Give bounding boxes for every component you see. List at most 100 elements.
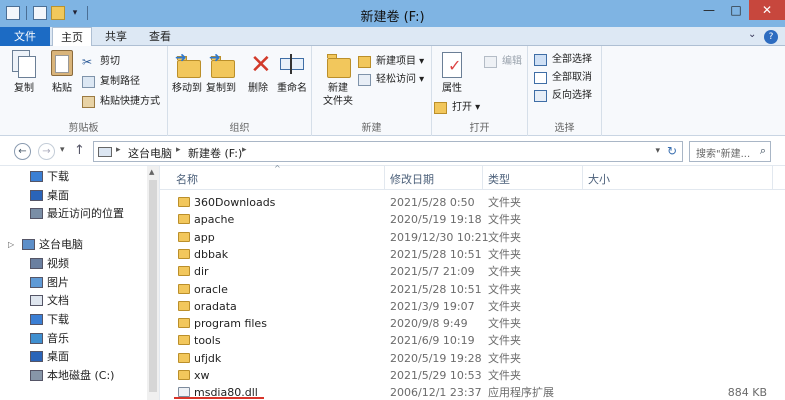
nav-item-label: 最近访问的位置 [47, 207, 124, 221]
breadcrumb-drive[interactable]: 新建卷 (F:) [188, 145, 242, 161]
tab-file[interactable]: 文件 [0, 27, 50, 46]
column-divider[interactable] [482, 166, 483, 190]
scrollbar-thumb[interactable] [149, 180, 157, 392]
file-name: tools [194, 334, 221, 348]
edit-button[interactable]: 编辑 [484, 54, 522, 70]
rename-button[interactable]: 重命名 [274, 50, 310, 95]
tab-share[interactable]: 共享 [96, 27, 136, 46]
properties-label: 属性 [442, 83, 462, 94]
expand-ribbon-icon[interactable]: ⌄ [748, 29, 756, 40]
new-folder-icon [324, 50, 352, 80]
folder-icon [178, 335, 190, 346]
table-row[interactable]: apache 2020/5/19 19:18 文件夹 [160, 211, 785, 228]
group-label-organize: 组织 [229, 123, 250, 134]
breadcrumb-this-pc[interactable]: 这台电脑 [128, 145, 172, 161]
navigation-pane: 下载 桌面 最近访问的位置 ▷ 这台电脑 视频 图片 文档 下载 音乐 桌面 本地磁盘 (C:) ▲ [0, 166, 160, 400]
nav-item-label: 文档 [47, 294, 69, 308]
properties-button[interactable]: ✓ 属性 [434, 50, 470, 95]
table-row[interactable]: app 2019/12/30 10:21 文件夹 [160, 229, 785, 246]
address-history-dropdown[interactable]: ▾ [655, 146, 660, 156]
new-folder-button[interactable]: 新建 文件夹 [318, 50, 358, 108]
delete-button[interactable]: ✕ 删除 [242, 50, 274, 95]
file-modified: 2020/5/19 19:28 [390, 351, 482, 365]
chevron-right-icon[interactable]: ▸ [116, 145, 121, 155]
invert-selection-button[interactable]: 反向选择 [534, 88, 592, 104]
cut-button[interactable]: ✂ 剪切 [82, 54, 120, 70]
help-icon[interactable]: ? [764, 30, 778, 44]
nav-pane-scrollbar[interactable]: ▲ [147, 166, 159, 400]
copy-path-button[interactable]: 复制路径 [82, 74, 140, 90]
address-bar[interactable]: ▸ 这台电脑 ▸ 新建卷 (F:) ▸ ▾ ↻ [93, 141, 683, 162]
close-button[interactable]: ✕ [749, 0, 785, 20]
minimize-button[interactable]: — [695, 0, 723, 20]
column-divider[interactable] [384, 166, 385, 190]
column-divider[interactable] [772, 166, 773, 190]
nav-item-label: 桌面 [47, 350, 69, 364]
table-row[interactable]: ufjdk 2020/5/19 19:28 文件夹 [160, 350, 785, 367]
table-row[interactable]: dir 2021/5/7 21:09 文件夹 [160, 263, 785, 280]
copy-to-button[interactable]: ➜ 复制到 [204, 50, 238, 95]
table-row[interactable]: oracle 2021/5/28 10:51 文件夹 [160, 281, 785, 298]
file-modified: 2021/3/9 19:07 [390, 299, 475, 313]
select-all-icon [534, 54, 547, 66]
table-row[interactable]: tools 2021/6/9 10:19 文件夹 [160, 332, 785, 349]
file-type: 文件夹 [488, 317, 521, 331]
file-type: 文件夹 [488, 247, 521, 261]
scroll-up-icon[interactable]: ▲ [149, 168, 154, 176]
file-type: 应用程序扩展 [488, 386, 554, 400]
file-name: program files [194, 317, 267, 331]
move-to-button[interactable]: ➜ 移动到 [170, 50, 204, 95]
title-bar: ▾ 新建卷 (F:) — □ ✕ [0, 0, 785, 27]
file-name: apache [194, 213, 235, 227]
expand-arrow-icon[interactable]: ▷ [8, 236, 14, 254]
file-list: ^ 名称 修改日期 类型 大小 360Downloads 2021/5/28 0:… [160, 164, 785, 400]
column-divider[interactable] [582, 166, 583, 190]
paste-shortcut-button[interactable]: 粘贴快捷方式 [82, 94, 160, 110]
ribbon: 复制 粘贴 ✂ 剪切 复制路径 粘贴快捷方式 剪贴板 ➜ 移动到 ➜ 复制到 ✕… [0, 46, 785, 136]
file-type: 文件夹 [488, 230, 521, 244]
open-label: 打开 [452, 102, 472, 113]
download-icon [30, 313, 43, 325]
table-row[interactable]: dbbak 2021/5/28 10:51 文件夹 [160, 246, 785, 263]
documents-icon [30, 295, 43, 307]
folder-icon [178, 266, 190, 277]
paste-shortcut-label: 粘贴快捷方式 [100, 96, 160, 107]
file-name: app [194, 230, 215, 244]
up-button[interactable]: ↑ [74, 143, 85, 158]
search-icon[interactable]: ⌕ [760, 144, 766, 158]
chevron-right-icon[interactable]: ▸ [176, 145, 181, 155]
column-modified[interactable]: 修改日期 [390, 171, 434, 187]
recent-locations-dropdown[interactable]: ▾ [60, 145, 65, 155]
open-icon [434, 102, 447, 114]
refresh-icon[interactable]: ↻ [667, 144, 677, 158]
easy-access-button[interactable]: 轻松访问 ▾ [358, 72, 424, 88]
select-none-button[interactable]: 全部取消 [534, 70, 592, 86]
copy-icon [10, 50, 38, 80]
folder-icon [178, 300, 190, 311]
table-row[interactable]: oradata 2021/3/9 19:07 文件夹 [160, 298, 785, 315]
video-icon [30, 257, 43, 269]
maximize-button[interactable]: □ [723, 0, 749, 20]
column-size[interactable]: 大小 [588, 171, 610, 187]
group-clipboard: 复制 粘贴 ✂ 剪切 复制路径 粘贴快捷方式 剪贴板 [0, 46, 168, 136]
tab-view[interactable]: 查看 [140, 27, 180, 46]
forward-button[interactable]: → [38, 143, 55, 160]
table-row[interactable]: 360Downloads 2021/5/28 0:50 文件夹 [160, 194, 785, 211]
new-item-button[interactable]: 新建项目 ▾ [358, 54, 424, 70]
table-row[interactable]: xw 2021/5/29 10:53 文件夹 [160, 367, 785, 384]
file-name: dbbak [194, 247, 229, 261]
search-box[interactable]: 搜索"新建... ⌕ [689, 141, 771, 162]
paste-button[interactable]: 粘贴 [44, 50, 80, 95]
file-modified: 2021/5/28 10:51 [390, 247, 482, 261]
copy-button[interactable]: 复制 [6, 50, 42, 95]
table-row[interactable]: program files 2020/9/8 9:49 文件夹 [160, 315, 785, 332]
column-name[interactable]: 名称 [176, 171, 198, 187]
column-type[interactable]: 类型 [488, 171, 510, 187]
open-button[interactable]: 打开 ▾ [434, 100, 480, 116]
back-button[interactable]: ← [14, 143, 31, 160]
nav-item-label: 桌面 [47, 188, 69, 202]
tab-home[interactable]: 主页 [52, 27, 92, 47]
select-all-button[interactable]: 全部选择 [534, 52, 592, 68]
chevron-right-icon[interactable]: ▸ [242, 145, 247, 155]
paste-shortcut-icon [82, 96, 95, 108]
